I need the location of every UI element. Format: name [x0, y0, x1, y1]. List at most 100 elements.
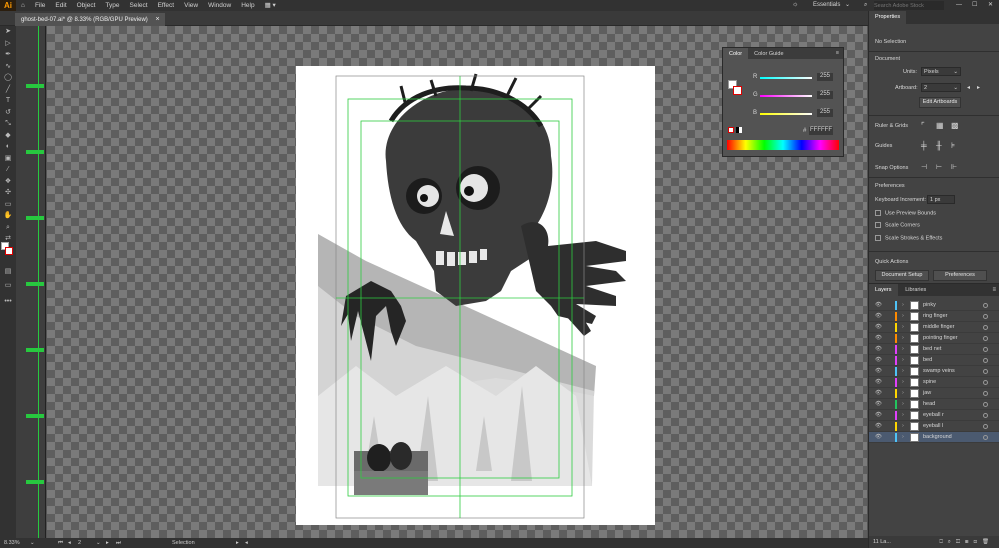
visibility-eye-icon[interactable]: 👁 [875, 377, 882, 388]
menu-file[interactable]: File [30, 0, 50, 11]
footer-icons[interactable]: ⎕⌕◫⊞⊡🗑 [939, 536, 994, 548]
blend-tool-icon[interactable]: ❖ [0, 176, 16, 188]
tab-libraries[interactable]: Libraries [899, 284, 932, 296]
menu-select[interactable]: Select [125, 0, 153, 11]
layer-name[interactable]: eyeball r [923, 410, 944, 421]
type-tool-icon[interactable]: T [0, 95, 16, 107]
color-spectrum[interactable] [727, 140, 839, 150]
previous-artboard-status-icon[interactable]: ◂ [68, 538, 71, 548]
layer-row[interactable]: 👁 › pinky [869, 300, 999, 311]
layer-row[interactable]: 👁 › jaw [869, 388, 999, 399]
none-swatch-icon[interactable] [728, 127, 734, 133]
artboard-chevron-icon[interactable]: ⌄ [96, 538, 101, 548]
expand-arrow-icon[interactable]: › [902, 399, 904, 410]
tab-color[interactable]: Color [723, 48, 749, 59]
expand-arrow-icon[interactable]: › [902, 377, 904, 388]
pen-tool-icon[interactable]: ✒ [0, 49, 16, 61]
lock-guides-icon[interactable]: ╫ [936, 141, 942, 150]
target-circle-icon[interactable] [983, 358, 988, 363]
symbol-sprayer-tool-icon[interactable]: ✣ [0, 187, 16, 199]
expand-arrow-icon[interactable]: › [902, 410, 904, 421]
b-value[interactable]: 255 [817, 109, 833, 117]
layer-row[interactable]: 👁 › middle finger [869, 322, 999, 333]
layer-row[interactable]: 👁 › swamp veins [869, 366, 999, 377]
menu-object[interactable]: Object [72, 0, 101, 11]
target-circle-icon[interactable] [983, 303, 988, 308]
color-stroke-swatch[interactable] [733, 86, 742, 95]
lightbulb-icon[interactable]: ☼ [792, 1, 798, 8]
first-artboard-icon[interactable]: ⏮ [58, 538, 63, 548]
expand-arrow-icon[interactable]: › [902, 432, 904, 443]
visibility-eye-icon[interactable]: 👁 [875, 300, 882, 311]
transparency-grid-icon[interactable]: ▩ [951, 121, 959, 130]
tab-properties[interactable]: Properties [869, 11, 907, 24]
layer-row[interactable]: 👁 › eyeball r [869, 410, 999, 421]
expand-arrow-icon[interactable]: › [902, 311, 904, 322]
arrange-documents-icon[interactable]: ▦ ▾ [260, 0, 281, 11]
zoom-chevron-icon[interactable]: ⌄ [30, 538, 35, 548]
menu-edit[interactable]: Edit [50, 0, 71, 11]
hex-value[interactable]: FFFFFF [809, 127, 833, 135]
curvature-tool-icon[interactable]: ∿ [0, 61, 16, 73]
maximize-icon[interactable]: ☐ [972, 0, 977, 11]
artboard-dropdown[interactable]: 2 ⌄ [921, 83, 961, 92]
keyboard-increment-field[interactable]: 1 px [927, 195, 955, 204]
gradient-tool-icon[interactable]: ▣ [0, 153, 16, 165]
artboard[interactable] [296, 66, 655, 525]
artboard-number[interactable]: 2 [78, 538, 81, 548]
checkbox-icon[interactable] [875, 235, 881, 241]
panel-menu-icon[interactable]: ≡ [992, 284, 996, 296]
layer-name[interactable]: pointing finger [923, 333, 958, 344]
layer-name[interactable]: swamp veins [923, 366, 955, 377]
minimize-icon[interactable]: — [956, 0, 962, 11]
target-circle-icon[interactable] [983, 336, 988, 341]
layer-row[interactable]: 👁 › eyeball l [869, 421, 999, 432]
screen-mode-icon[interactable]: ▭ [0, 280, 16, 292]
scale-strokes-checkbox[interactable]: Scale Strokes & Effects [875, 235, 942, 241]
target-circle-icon[interactable] [983, 391, 988, 396]
g-value[interactable]: 255 [817, 91, 833, 99]
workspace-switcher[interactable]: Essentials [813, 0, 840, 11]
tab-layers[interactable]: Layers [869, 284, 898, 296]
layer-name[interactable]: bed net [923, 344, 941, 355]
status-arrow-icon[interactable]: ▸ [236, 538, 239, 548]
target-circle-icon[interactable] [983, 413, 988, 418]
target-circle-icon[interactable] [983, 325, 988, 330]
layer-name[interactable]: spine [923, 377, 936, 388]
menu-effect[interactable]: Effect [153, 0, 180, 11]
visibility-eye-icon[interactable]: 👁 [875, 311, 882, 322]
status-arrow-left-icon[interactable]: ◂ [245, 538, 248, 548]
stock-search-input[interactable] [874, 1, 944, 10]
document-setup-button[interactable]: Document Setup [875, 270, 929, 281]
next-artboard-status-icon[interactable]: ▸ [106, 538, 109, 548]
expand-arrow-icon[interactable]: › [902, 300, 904, 311]
layer-name[interactable]: jaw [923, 388, 931, 399]
black-white-swatch-icon[interactable] [736, 127, 742, 133]
more-tools-icon[interactable]: ••• [0, 296, 16, 308]
snap-to-pixel-icon[interactable]: ⊢ [936, 163, 942, 171]
layer-name[interactable]: bed [923, 355, 932, 366]
shape-builder-tool-icon[interactable]: ◐ [0, 141, 16, 153]
last-artboard-icon[interactable]: ⏭ [116, 538, 121, 548]
layer-row[interactable]: 👁 › bed [869, 355, 999, 366]
target-circle-icon[interactable] [983, 402, 988, 407]
previous-artboard-icon[interactable]: ◂ [967, 84, 970, 91]
use-preview-bounds-checkbox[interactable]: Use Preview Bounds [875, 210, 936, 216]
snap-to-glyph-icon[interactable]: ⊩ [951, 163, 957, 171]
zoom-level[interactable]: 8.33% [4, 538, 20, 548]
rotate-tool-icon[interactable]: ↺ [0, 107, 16, 119]
close-window-icon[interactable]: ✕ [988, 0, 993, 11]
expand-arrow-icon[interactable]: › [902, 322, 904, 333]
expand-arrow-icon[interactable]: › [902, 421, 904, 432]
layer-name[interactable]: eyeball l [923, 421, 943, 432]
target-circle-icon[interactable] [983, 347, 988, 352]
r-value[interactable]: 255 [817, 73, 833, 81]
r-slider[interactable] [760, 77, 812, 79]
visibility-eye-icon[interactable]: 👁 [875, 432, 882, 443]
menu-window[interactable]: Window [203, 0, 236, 11]
layer-row[interactable]: 👁 › background [869, 432, 999, 443]
expand-arrow-icon[interactable]: › [902, 388, 904, 399]
grid-icon[interactable]: ▦ [936, 121, 944, 130]
brush-tool-icon[interactable]: ╱ [0, 84, 16, 96]
close-tab-icon[interactable]: × [155, 16, 159, 23]
